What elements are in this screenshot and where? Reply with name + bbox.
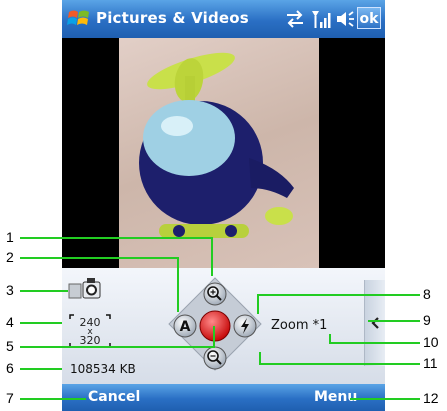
callout-1: 1 <box>6 229 14 245</box>
callout-5: 5 <box>6 338 14 354</box>
callout-7: 7 <box>6 390 14 406</box>
callout-6: 6 <box>6 360 14 376</box>
callout-4: 4 <box>6 314 14 330</box>
callout-8: 8 <box>423 286 431 302</box>
callout-lines <box>20 237 420 400</box>
callout-3: 3 <box>6 282 14 298</box>
callout-9: 9 <box>423 312 431 328</box>
callout-12: 12 <box>423 390 439 406</box>
callout-11: 11 <box>423 355 438 371</box>
callout-2: 2 <box>6 249 14 265</box>
callout-10: 10 <box>423 334 439 350</box>
